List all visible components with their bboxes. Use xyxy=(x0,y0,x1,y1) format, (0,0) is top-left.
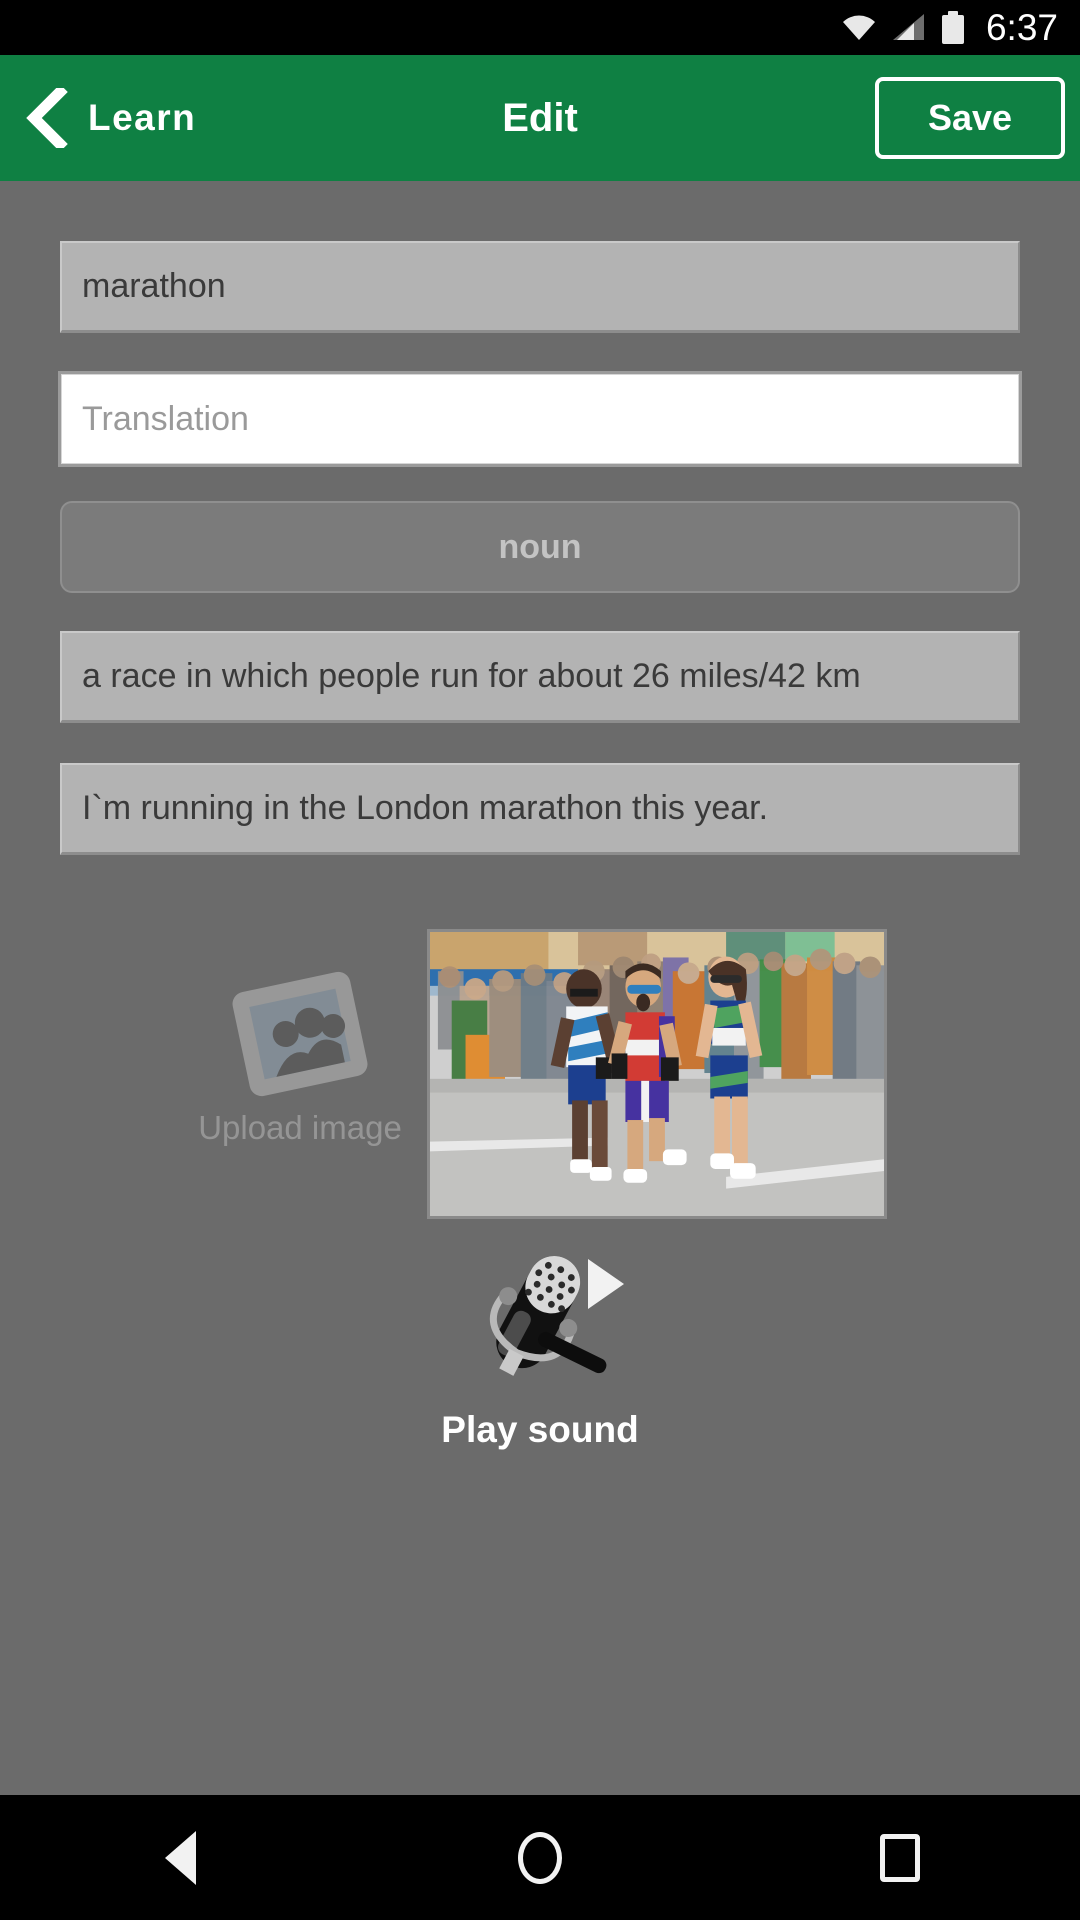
play-sound-button[interactable]: Play sound xyxy=(0,1241,1080,1451)
chevron-left-icon xyxy=(24,84,68,152)
triangle-back-icon xyxy=(164,1830,196,1885)
upload-image-label: Upload image xyxy=(198,1109,402,1146)
square-recents-icon xyxy=(880,1833,920,1882)
word-image-thumbnail[interactable] xyxy=(427,929,887,1219)
nav-recents-button[interactable] xyxy=(810,1795,990,1920)
translation-input[interactable]: Translation xyxy=(58,371,1022,467)
media-row: Upload image xyxy=(0,911,1080,1219)
circle-home-icon xyxy=(518,1831,562,1884)
part-of-speech-button[interactable]: noun xyxy=(60,501,1020,593)
play-sound-label: Play sound xyxy=(441,1409,639,1450)
image-placeholder-icon xyxy=(223,963,377,1106)
wifi-icon xyxy=(842,15,876,41)
phone-screen: 6:37 Learn Edit Save marathon Translatio… xyxy=(0,0,1080,1920)
status-bar: 6:37 xyxy=(0,0,1080,55)
back-button[interactable]: Learn xyxy=(0,55,196,181)
back-label: Learn xyxy=(88,97,197,138)
clock-time: 6:37 xyxy=(985,6,1058,48)
word-input[interactable]: marathon xyxy=(60,241,1020,333)
battery-icon xyxy=(941,11,964,44)
edit-form: marathon Translation noun a race in whic… xyxy=(0,181,1080,1795)
example-input[interactable]: I`m running in the London marathon this … xyxy=(60,763,1020,855)
definition-input[interactable]: a race in which people run for about 26 … xyxy=(60,631,1020,723)
nav-back-button[interactable] xyxy=(90,1795,270,1920)
upload-image-button[interactable]: Upload image xyxy=(180,931,420,1191)
app-bar: Learn Edit Save xyxy=(0,55,1080,181)
nav-home-button[interactable] xyxy=(450,1795,630,1920)
save-button[interactable]: Save xyxy=(875,77,1065,159)
marathon-runners-image xyxy=(430,932,884,1216)
cellular-signal-icon xyxy=(892,14,925,41)
microphone-icon xyxy=(440,1241,640,1391)
android-nav-bar xyxy=(0,1795,1080,1920)
